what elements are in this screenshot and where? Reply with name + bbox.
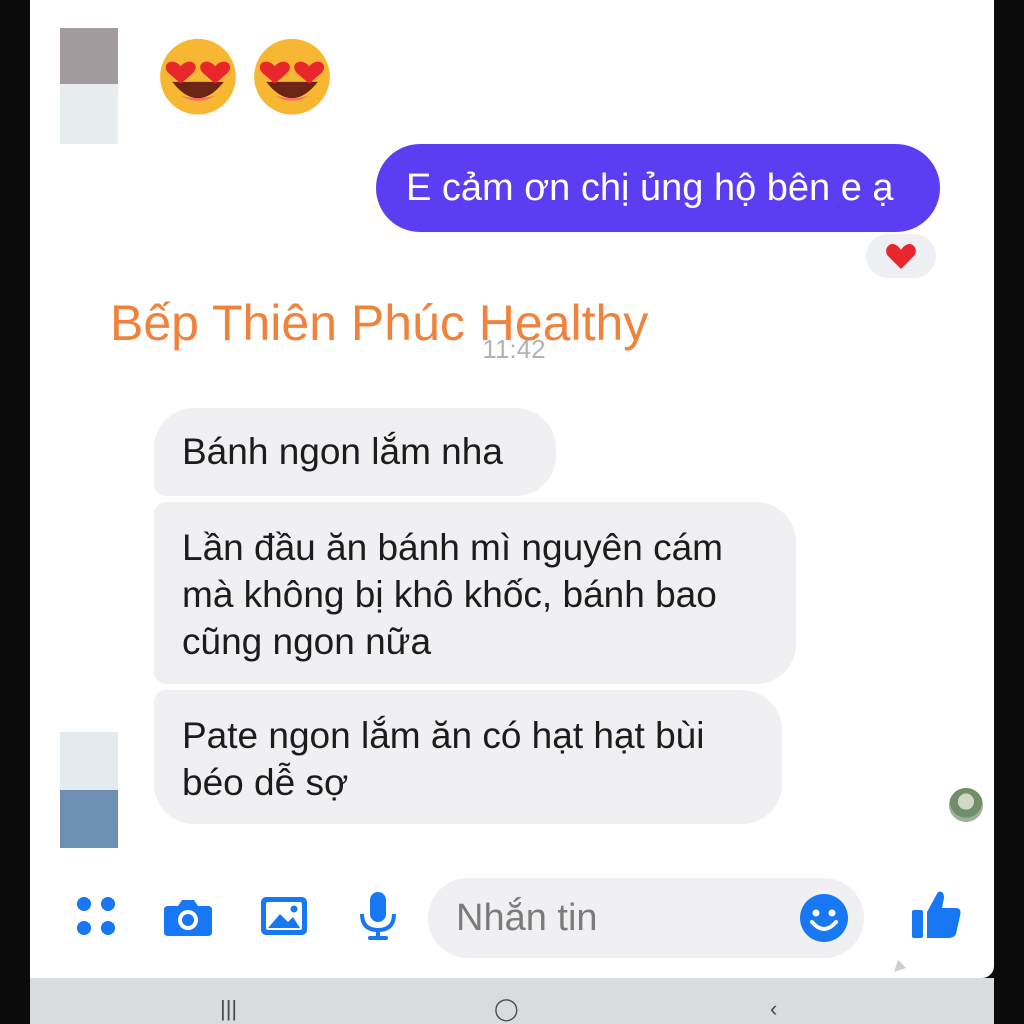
home-nav-icon[interactable]: ◯ <box>494 996 519 1022</box>
received-message-bubble[interactable]: Pate ngon lắm ăn có hạt hạt bùi béo dễ s… <box>154 690 782 824</box>
more-dots-icon: ••• <box>98 950 126 970</box>
camera-icon[interactable] <box>162 890 214 942</box>
smile-icon[interactable] <box>798 892 850 944</box>
message-line: Lần đầu ăn bánh mì nguyên cám <box>182 527 723 568</box>
edit-pencil-icon[interactable] <box>888 932 934 978</box>
message-input[interactable]: Nhắn tin <box>428 878 864 958</box>
sender-thumbnail-2 <box>60 732 118 790</box>
sent-message-bubble[interactable]: E cảm ơn chị ủng hộ bên e ạ <box>376 144 940 232</box>
heart-icon <box>886 244 916 269</box>
sender-thumbnail <box>60 28 118 84</box>
message-line: Bánh ngon lắm nha <box>182 431 503 472</box>
message-line: béo dễ sợ <box>182 762 349 803</box>
message-line: mà không bị khô khốc, bánh bao <box>182 574 717 615</box>
sender-thumbnail-3 <box>60 790 118 848</box>
gallery-icon[interactable] <box>258 890 310 942</box>
received-message-bubble[interactable]: Bánh ngon lắm nha <box>154 408 556 496</box>
received-message-bubble[interactable]: Lần đầu ăn bánh mì nguyên cám mà không b… <box>154 502 796 684</box>
message-line: cũng ngon nữa <box>182 621 432 662</box>
message-composer: Nhắn tin ••• <box>30 870 994 970</box>
watermark-text: Bếp Thiên Phúc Healthy <box>110 295 649 351</box>
heart-eyes-emoji <box>254 38 330 115</box>
seen-avatar <box>947 786 985 824</box>
input-placeholder: Nhắn tin <box>456 897 598 939</box>
heart-eyes-emoji <box>160 38 236 115</box>
back-nav-icon[interactable]: ‹ <box>770 996 777 1022</box>
emoji-message <box>155 32 335 118</box>
system-nav-bar: ||| ◯ ‹ <box>30 978 994 1024</box>
mic-icon[interactable] <box>352 890 404 942</box>
message-reaction[interactable] <box>864 232 938 280</box>
message-line: Pate ngon lắm ăn có hạt hạt bùi <box>182 715 705 756</box>
apps-icon[interactable] <box>70 890 122 942</box>
sender-thumbnail-lower <box>60 84 118 144</box>
recents-nav-icon[interactable]: ||| <box>220 996 237 1022</box>
